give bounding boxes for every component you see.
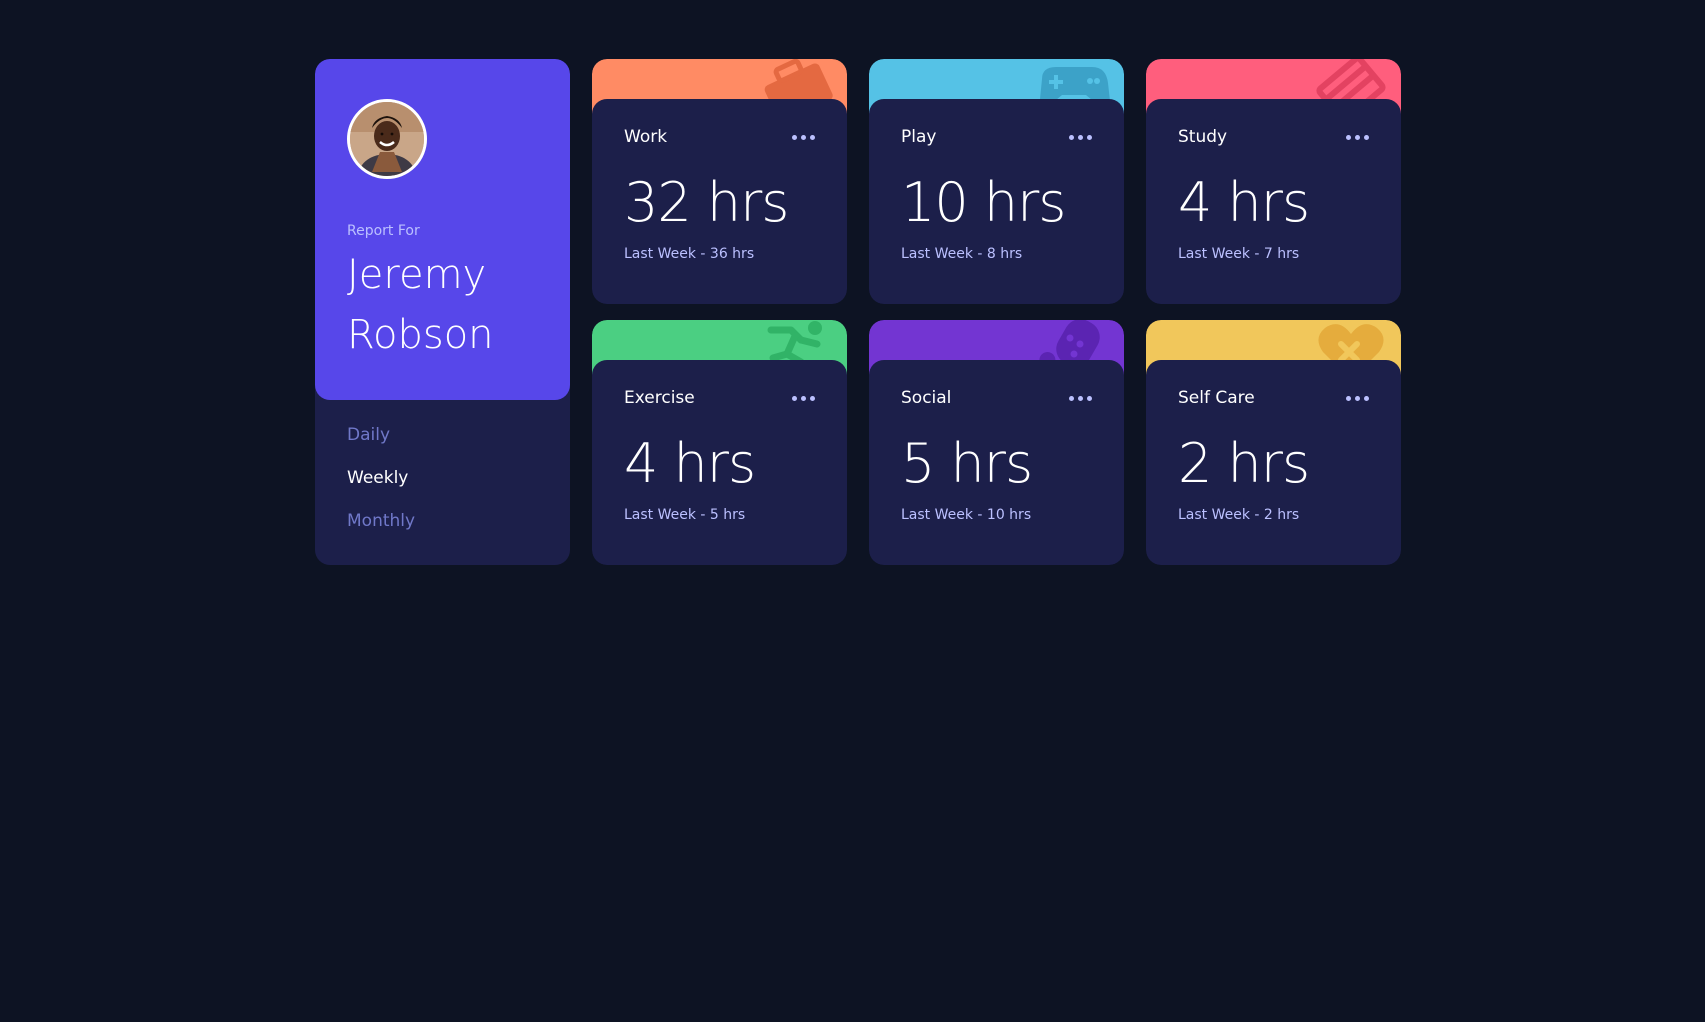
- current-hours: 4 hrs: [624, 432, 756, 495]
- ellipsis-icon[interactable]: [792, 131, 815, 144]
- card-title: Exercise: [624, 388, 695, 408]
- timeframe-monthly[interactable]: Monthly: [347, 511, 538, 531]
- avatar: [347, 99, 427, 179]
- activity-card-social: Social 5 hrs Last Week - 10 hrs: [869, 320, 1124, 565]
- card-body[interactable]: Study 4 hrs Last Week - 7 hrs: [1146, 99, 1401, 304]
- card-body[interactable]: Social 5 hrs Last Week - 10 hrs: [869, 360, 1124, 565]
- time-tracking-dashboard: Report For Jeremy Robson Daily Weekly Mo…: [315, 59, 1401, 565]
- card-title: Study: [1178, 127, 1228, 147]
- ellipsis-icon[interactable]: [792, 392, 815, 405]
- previous-hours: Last Week - 8 hrs: [901, 246, 1023, 262]
- ellipsis-icon[interactable]: [1069, 392, 1092, 405]
- current-hours: 5 hrs: [901, 432, 1033, 495]
- report-for-label: Report For: [347, 223, 420, 239]
- card-body[interactable]: Work 32 hrs Last Week - 36 hrs: [592, 99, 847, 304]
- activity-card-work: Work 32 hrs Last Week - 36 hrs: [592, 59, 847, 304]
- card-body[interactable]: Self Care 2 hrs Last Week - 2 hrs: [1146, 360, 1401, 565]
- activity-card-self-care: Self Care 2 hrs Last Week - 2 hrs: [1146, 320, 1401, 565]
- profile-header: Report For Jeremy Robson: [315, 59, 570, 400]
- previous-hours: Last Week - 2 hrs: [1178, 507, 1300, 523]
- card-title: Self Care: [1178, 388, 1255, 408]
- timeframe-weekly[interactable]: Weekly: [347, 468, 538, 488]
- previous-hours: Last Week - 36 hrs: [624, 246, 755, 262]
- previous-hours: Last Week - 5 hrs: [624, 507, 746, 523]
- user-name: Jeremy Robson: [347, 252, 494, 358]
- card-title: Work: [624, 127, 668, 147]
- ellipsis-icon[interactable]: [1346, 392, 1369, 405]
- card-title: Social: [901, 388, 952, 408]
- card-title: Play: [901, 127, 937, 147]
- timeframe-daily[interactable]: Daily: [347, 425, 538, 445]
- activity-card-play: Play 10 hrs Last Week - 8 hrs: [869, 59, 1124, 304]
- current-hours: 4 hrs: [1178, 171, 1310, 234]
- current-hours: 10 hrs: [901, 171, 1066, 234]
- current-hours: 2 hrs: [1178, 432, 1310, 495]
- activity-card-exercise: Exercise 4 hrs Last Week - 5 hrs: [592, 320, 847, 565]
- current-hours: 32 hrs: [624, 171, 789, 234]
- ellipsis-icon[interactable]: [1346, 131, 1369, 144]
- card-body[interactable]: Play 10 hrs Last Week - 8 hrs: [869, 99, 1124, 304]
- profile-card: Report For Jeremy Robson Daily Weekly Mo…: [315, 59, 570, 565]
- ellipsis-icon[interactable]: [1069, 131, 1092, 144]
- previous-hours: Last Week - 10 hrs: [901, 507, 1032, 523]
- card-body[interactable]: Exercise 4 hrs Last Week - 5 hrs: [592, 360, 847, 565]
- timeframe-selector: Daily Weekly Monthly: [315, 400, 570, 531]
- activity-card-study: Study 4 hrs Last Week - 7 hrs: [1146, 59, 1401, 304]
- previous-hours: Last Week - 7 hrs: [1178, 246, 1300, 262]
